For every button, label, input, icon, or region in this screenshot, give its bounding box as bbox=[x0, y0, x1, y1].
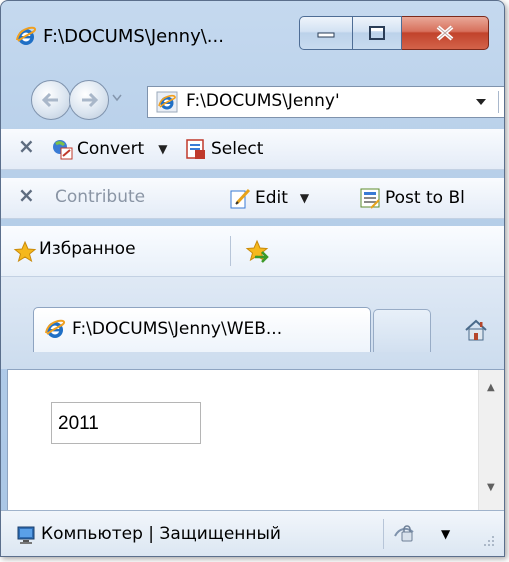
year-field[interactable]: 2011 bbox=[51, 402, 201, 444]
new-tab-button[interactable] bbox=[373, 309, 431, 352]
ie-icon bbox=[45, 319, 66, 338]
scroll-down-icon[interactable]: ▼ bbox=[487, 482, 495, 493]
back-icon bbox=[41, 92, 58, 108]
add-favorite-icon[interactable] bbox=[245, 239, 271, 265]
convert-button[interactable]: Convert ▼ bbox=[51, 138, 167, 160]
status-bar: Компьютер | Защищенный ▼ bbox=[1, 510, 504, 556]
caption-buttons bbox=[299, 16, 489, 50]
address-bar[interactable]: F:\DOCUMS\Jenny' bbox=[147, 86, 504, 118]
contribute-toolbar: × Contribute Edit ▼ Post to Bl bbox=[1, 178, 504, 219]
ie-page-icon bbox=[156, 91, 178, 113]
title-bar[interactable]: F:\DOCUMS\Jenny\... bbox=[1, 1, 504, 67]
forward-button[interactable] bbox=[69, 80, 109, 120]
close-icon bbox=[436, 25, 454, 41]
contribute-button[interactable]: Contribute bbox=[55, 187, 145, 207]
zoom-icon[interactable] bbox=[393, 522, 417, 546]
edit-icon bbox=[230, 188, 251, 209]
scroll-up-icon[interactable]: ▲ bbox=[487, 382, 495, 393]
maximize-icon bbox=[369, 26, 385, 40]
select-label: Select bbox=[211, 139, 264, 159]
favorites-label[interactable]: Избранное bbox=[39, 239, 136, 259]
edit-button[interactable]: Edit ▼ bbox=[229, 187, 309, 209]
status-separator bbox=[383, 519, 384, 549]
computer-icon bbox=[17, 526, 35, 544]
page-content: 2011 ▲ ▼ bbox=[7, 369, 504, 510]
tab-label: F:\DOCUMS\Jenny\WEB... bbox=[72, 319, 283, 339]
forward-icon bbox=[82, 92, 99, 108]
security-zone-text[interactable]: Компьютер | Защищенный bbox=[41, 524, 281, 544]
back-button[interactable] bbox=[31, 80, 71, 120]
vertical-scrollbar[interactable]: ▲ ▼ bbox=[478, 370, 504, 510]
navigation-bar: F:\DOCUMS\Jenny' bbox=[1, 67, 504, 129]
convert-label: Convert bbox=[77, 139, 145, 159]
minimize-icon bbox=[317, 32, 335, 38]
favorites-separator bbox=[230, 236, 231, 266]
post-label: Post to Bl bbox=[385, 188, 465, 208]
address-separator bbox=[498, 91, 499, 113]
star-icon[interactable] bbox=[13, 240, 37, 264]
address-text[interactable]: F:\DOCUMS\Jenny' bbox=[186, 91, 340, 111]
tab-current-page[interactable]: F:\DOCUMS\Jenny\WEB... bbox=[33, 307, 371, 352]
close-button[interactable] bbox=[402, 16, 489, 50]
ie-icon bbox=[16, 26, 37, 45]
edit-dropdown-icon[interactable]: ▼ bbox=[300, 191, 309, 205]
resize-grip-icon[interactable] bbox=[483, 535, 495, 547]
address-dropdown-icon[interactable] bbox=[474, 97, 488, 107]
maximize-button[interactable] bbox=[353, 16, 402, 50]
recent-pages-dropdown-icon[interactable] bbox=[111, 93, 123, 103]
post-to-blog-button[interactable]: Post to Bl bbox=[359, 187, 465, 209]
favorites-bar: Избранное bbox=[1, 226, 504, 277]
contribute-label: Contribute bbox=[55, 187, 146, 207]
zoom-dropdown-icon[interactable]: ▼ bbox=[441, 527, 450, 541]
edit-label: Edit bbox=[255, 188, 288, 208]
window-title: F:\DOCUMS\Jenny\... bbox=[43, 26, 224, 47]
home-icon[interactable] bbox=[463, 317, 489, 343]
tab-row: F:\DOCUMS\Jenny\WEB... bbox=[1, 277, 504, 369]
close-toolbar-button[interactable]: × bbox=[18, 183, 35, 207]
close-toolbar-button[interactable]: × bbox=[18, 134, 35, 158]
minimize-button[interactable] bbox=[299, 16, 353, 50]
select-button[interactable]: Select bbox=[185, 138, 263, 160]
convert-icon bbox=[53, 140, 73, 160]
select-icon bbox=[186, 139, 205, 159]
convert-dropdown-icon[interactable]: ▼ bbox=[158, 142, 167, 156]
browser-window: F:\DOCUMS\Jenny\... F:\DOCUMS\Jenny' × C… bbox=[0, 0, 505, 557]
post-icon bbox=[360, 188, 380, 209]
convert-toolbar: × Convert ▼ Select bbox=[1, 129, 504, 170]
